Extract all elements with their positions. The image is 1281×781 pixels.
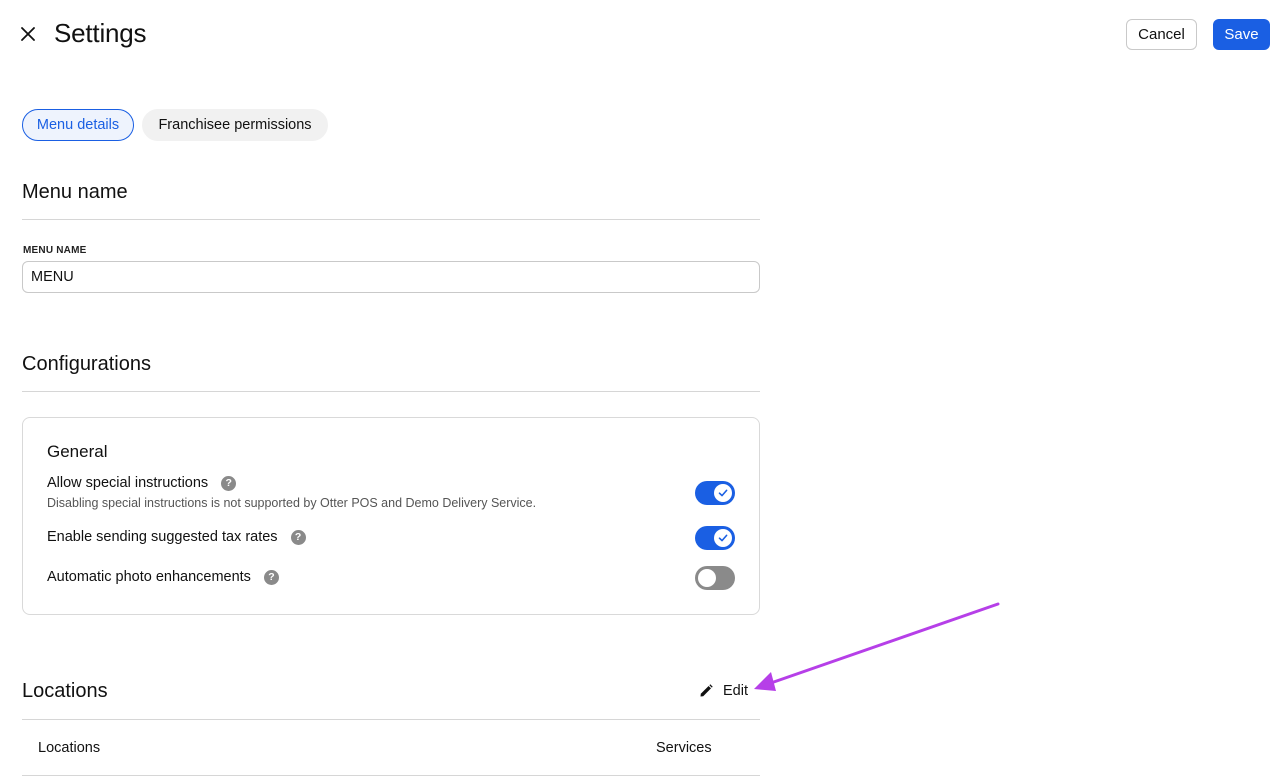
configurations-heading: Configurations [22, 353, 151, 375]
menu-name-label: MENU NAME [23, 245, 87, 256]
locations-heading: Locations [22, 680, 108, 702]
pencil-icon [700, 684, 713, 697]
save-button[interactable]: Save [1213, 19, 1270, 50]
divider [22, 775, 760, 776]
check-icon [718, 489, 728, 497]
check-icon [718, 534, 728, 542]
toggle-knob [714, 529, 732, 547]
setting-special-instructions: Allow special instructions ? [47, 475, 237, 491]
tab-menu-details[interactable]: Menu details [22, 109, 134, 141]
suggested-tax-rates-toggle[interactable] [695, 526, 735, 550]
setting-photo-enhancements: Automatic photo enhancements ? [47, 569, 279, 585]
menu-name-input[interactable] [22, 261, 760, 293]
divider [22, 219, 760, 220]
column-header-locations: Locations [38, 740, 101, 756]
help-icon[interactable]: ? [221, 475, 237, 491]
photo-enhancements-toggle[interactable] [695, 566, 735, 590]
setting-label: Allow special instructions [47, 475, 209, 491]
divider [22, 391, 760, 392]
menu-name-heading: Menu name [22, 181, 128, 203]
tab-franchisee-permissions[interactable]: Franchisee permissions [142, 109, 328, 141]
page-title: Settings [54, 18, 147, 48]
setting-label: Automatic photo enhancements [47, 569, 251, 585]
setting-description: Disabling special instructions is not su… [47, 496, 537, 510]
edit-locations-button[interactable]: Edit [699, 681, 748, 701]
column-header-services: Services [656, 740, 712, 756]
general-heading: General [47, 442, 108, 461]
toggle-knob [698, 569, 716, 587]
toggle-knob [714, 484, 732, 502]
general-settings-card: General Allow special instructions ? Dis… [22, 417, 760, 615]
help-icon[interactable]: ? [290, 529, 306, 545]
cancel-button[interactable]: Cancel [1126, 19, 1197, 50]
special-instructions-toggle[interactable] [695, 481, 735, 505]
setting-suggested-tax-rates: Enable sending suggested tax rates ? [47, 529, 306, 545]
edit-label: Edit [723, 683, 748, 699]
divider [22, 719, 760, 720]
close-icon[interactable] [16, 20, 40, 48]
setting-label: Enable sending suggested tax rates [47, 529, 278, 545]
help-icon[interactable]: ? [263, 569, 279, 585]
